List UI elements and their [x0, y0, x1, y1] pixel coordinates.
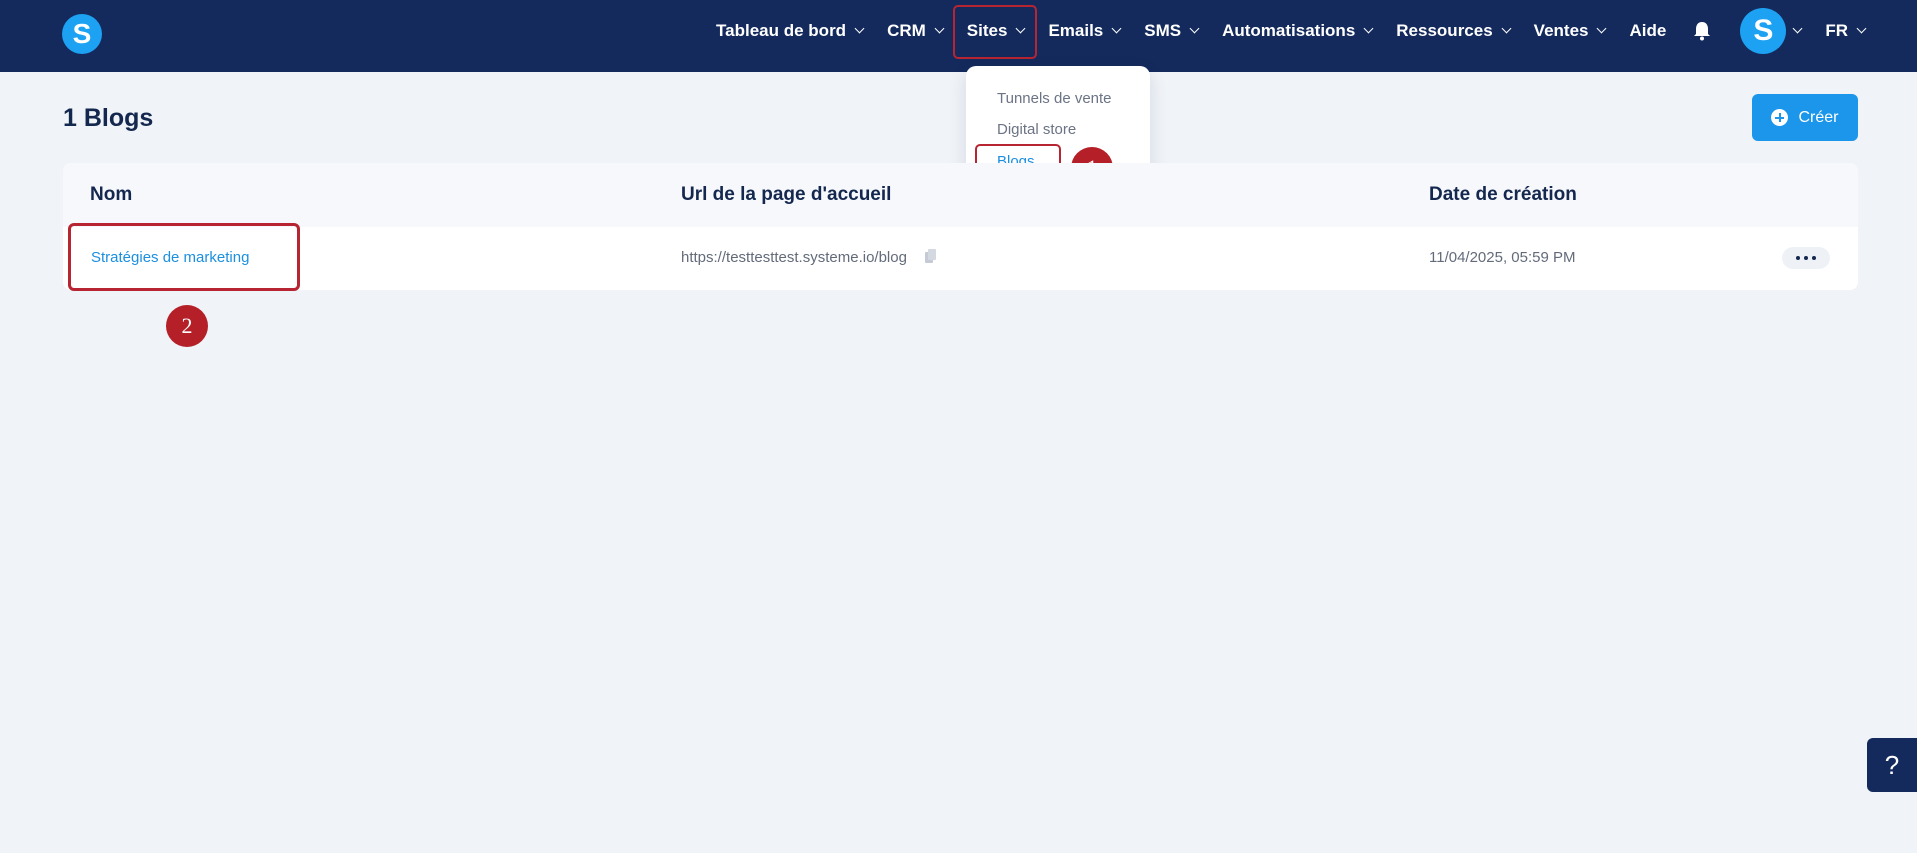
menu-item-digital-store[interactable]: Digital store	[997, 121, 1076, 138]
chevron-down-icon	[1189, 23, 1200, 34]
nav-item-automatisations[interactable]: Automatisations	[1222, 21, 1374, 41]
top-navigation-bar: S Tableau de bord CRM Sites Emails SMS A…	[0, 0, 1917, 72]
column-header-date: Date de création	[1429, 184, 1577, 205]
column-header-url: Url de la page d'accueil	[681, 184, 892, 205]
nav-item-label: SMS	[1144, 21, 1182, 40]
nav-item-ressources[interactable]: Ressources	[1396, 21, 1512, 41]
chevron-down-icon	[1111, 23, 1122, 34]
dot-icon	[1796, 256, 1800, 260]
menu-item-tunnels-de-vente[interactable]: Tunnels de vente	[997, 90, 1112, 107]
nav-item-sites[interactable]: Sites	[952, 5, 1037, 59]
more-options-button[interactable]	[1782, 247, 1830, 269]
chevron-down-icon	[1856, 23, 1867, 34]
annotation-marker-2: 2	[166, 305, 208, 347]
systeme-logo[interactable]: S	[62, 14, 102, 54]
nav-item-label: Ressources	[1396, 21, 1493, 40]
column-header-name: Nom	[90, 184, 133, 205]
chevron-down-icon	[1597, 23, 1607, 34]
copy-icon[interactable]	[925, 249, 937, 264]
chevron-down-icon	[1363, 23, 1374, 34]
nav-item-label: CRM	[887, 21, 926, 40]
chevron-down-icon	[934, 23, 945, 34]
create-button[interactable]: Créer	[1752, 94, 1858, 141]
help-button[interactable]: ?	[1867, 738, 1917, 792]
blog-url: https://testtesttest.systeme.io/blog	[681, 249, 937, 266]
chevron-down-icon	[854, 23, 865, 34]
nav-item-ventes[interactable]: Ventes	[1533, 21, 1607, 41]
dot-icon	[1812, 256, 1816, 260]
language-label: FR	[1825, 21, 1848, 40]
nav-item-tableau-de-bord[interactable]: Tableau de bord	[716, 21, 865, 41]
nav-item-label: Emails	[1048, 21, 1104, 40]
nav-item-label: Ventes	[1533, 21, 1589, 40]
table-header: Nom Url de la page d'accueil Date de cré…	[63, 163, 1858, 227]
nav-item-label: Sites	[966, 21, 1008, 40]
create-button-label: Créer	[1798, 108, 1839, 126]
nav-item-emails[interactable]: Emails	[1048, 21, 1122, 41]
nav-item-aide[interactable]: Aide	[1629, 21, 1666, 41]
nav-item-crm[interactable]: CRM	[887, 21, 945, 41]
bell-icon[interactable]	[1692, 21, 1712, 41]
plus-circle-icon	[1771, 109, 1789, 126]
annotation-highlight-box	[68, 223, 300, 291]
nav-item-sms[interactable]: SMS	[1144, 21, 1200, 41]
language-selector[interactable]: FR	[1825, 21, 1867, 41]
blog-url-text: https://testtesttest.systeme.io/blog	[681, 249, 907, 266]
chevron-down-icon	[1501, 23, 1512, 34]
page-title: 1 Blogs	[63, 104, 154, 132]
avatar[interactable]: S	[1740, 8, 1787, 54]
main-nav: Tableau de bord CRM Sites Emails SMS Aut…	[692, 0, 1867, 62]
chevron-down-icon	[1015, 23, 1026, 34]
nav-item-label: Tableau de bord	[716, 21, 847, 40]
dot-icon	[1804, 256, 1808, 260]
nav-item-label: Aide	[1629, 21, 1667, 40]
chevron-down-icon[interactable]	[1792, 23, 1803, 34]
nav-item-label: Automatisations	[1222, 21, 1356, 40]
blog-created-date: 11/04/2025, 05:59 PM	[1429, 249, 1576, 266]
blogs-table: Nom Url de la page d'accueil Date de cré…	[63, 163, 1858, 290]
